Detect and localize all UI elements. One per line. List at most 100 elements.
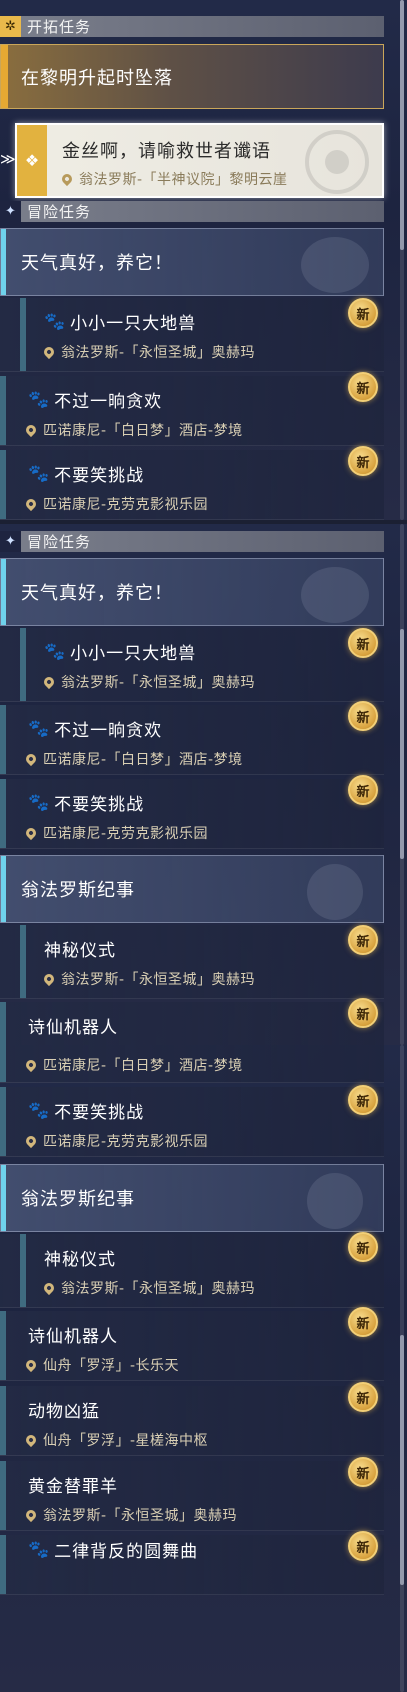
category-tile[interactable]: 天气真好，养它！ xyxy=(0,558,384,626)
quest-location: 翁法罗斯-「永恒圣城」奥赫玛 xyxy=(41,342,256,362)
quest-item[interactable]: 匹诺康尼-「白日梦」酒店-梦境 xyxy=(0,1045,384,1083)
category-title: 翁法罗斯纪事 xyxy=(21,880,135,901)
quest-item[interactable]: 动物凶猛 仙舟「罗浮」-星槎海中枢 新 xyxy=(0,1382,384,1456)
quest-item[interactable]: 🐾 不过一晌贪欢 匹诺康尼-「白日梦」酒店-梦境 新 xyxy=(0,372,384,446)
new-badge: 新 xyxy=(348,998,378,1028)
quest-accent-bar xyxy=(0,1386,6,1455)
location-text: 翁法罗斯-「半神议院」黎明云崖 xyxy=(79,172,288,188)
trailblaze-header-label: 开拓任务 xyxy=(27,18,92,36)
quest-location: 匹诺康尼-「白日梦」酒店-梦境 xyxy=(23,1055,243,1075)
paw-icon: 🐾 xyxy=(28,718,51,739)
trailblaze-chapter-title: 在黎明升起时坠落 xyxy=(21,67,173,89)
paw-icon: 🐾 xyxy=(28,792,51,813)
adventure-header-label: 冒险任务 xyxy=(27,203,92,221)
quest-location: 仙舟「罗浮」-星槎海中枢 xyxy=(23,1430,208,1450)
quest-item[interactable]: 诗仙机器人 新 xyxy=(0,998,384,1045)
quest-item[interactable]: 🐾 小小一只大地兽 翁法罗斯-「永恒圣城」奥赫玛 新 xyxy=(0,628,384,702)
quest-accent-bar xyxy=(0,1461,6,1530)
category-tile[interactable]: 翁法罗斯纪事 xyxy=(0,855,384,923)
scrollbar-thumb[interactable] xyxy=(400,629,404,859)
quest-accent-bar xyxy=(0,779,6,848)
quest-location: 匹诺康尼-克劳克影视乐园 xyxy=(23,823,209,843)
tile-accent-bar xyxy=(1,856,6,922)
quest-title: 动物凶猛 xyxy=(28,1402,100,1422)
quest-item[interactable]: 神秘仪式 翁法罗斯-「永恒圣城」奥赫玛 新 xyxy=(0,1232,384,1308)
emblem-watermark-icon xyxy=(301,567,369,623)
location-pin-icon xyxy=(23,496,39,512)
quest-accent-bar xyxy=(20,628,26,701)
quest-item[interactable]: 🐾 不过一晌贪欢 匹诺康尼-「白日梦」酒店-梦境 新 xyxy=(0,701,384,775)
location-pin-icon xyxy=(41,674,57,690)
location-text: 翁法罗斯-「永恒圣城」奥赫玛 xyxy=(61,1281,256,1297)
quest-title: 🐾 不要笑挑战 xyxy=(28,1098,144,1124)
scrollbar-thumb[interactable] xyxy=(400,0,404,250)
quest-title: 🐾 小小一只大地兽 xyxy=(44,639,197,665)
quest-item[interactable]: 神秘仪式 翁法罗斯-「永恒圣城」奥赫玛 新 xyxy=(0,925,384,999)
quest-title: 神秘仪式 xyxy=(44,941,116,961)
quest-accent-bar xyxy=(0,1002,6,1045)
quest-title: 🐾 二律背反的圆舞曲 xyxy=(28,1537,198,1563)
location-pin-icon xyxy=(41,1280,57,1296)
paw-icon: 🐾 xyxy=(28,1100,51,1121)
location-pin-icon xyxy=(41,971,57,987)
quest-title: 🐾 不要笑挑战 xyxy=(28,461,145,487)
paw-icon: 🐾 xyxy=(44,641,67,662)
tile-accent-bar xyxy=(1,229,6,295)
quest-item[interactable]: 🐾 不要笑挑战 匹诺康尼-克劳克影视乐园 新 xyxy=(0,446,384,520)
new-badge: 新 xyxy=(348,1457,378,1487)
quest-item[interactable]: 🐾 不要笑挑战 匹诺康尼-克劳克影视乐园 新 xyxy=(0,775,384,849)
quest-title: 神秘仪式 xyxy=(44,1250,116,1270)
new-badge: 新 xyxy=(348,1085,378,1115)
trailblaze-quest-selected[interactable]: ❖ 金丝啊，请喻救世者谶语 翁法罗斯-「半神议院」黎明云崖 xyxy=(15,123,384,198)
quest-accent-bar xyxy=(0,1311,6,1380)
emblem-watermark-icon xyxy=(307,864,363,920)
location-text: 翁法罗斯-「永恒圣城」奥赫玛 xyxy=(61,345,256,361)
category-tile[interactable]: 天气真好，养它！ xyxy=(0,228,384,296)
adventure-section-header: ✦ 冒险任务 xyxy=(0,201,384,222)
quest-title: 诗仙机器人 xyxy=(28,1018,118,1038)
scrollbar-thumb[interactable] xyxy=(400,1335,404,1585)
quest-title-text: 不要笑挑战 xyxy=(54,466,145,486)
category-tile[interactable]: 翁法罗斯纪事 xyxy=(0,1164,384,1232)
quest-accent-bar xyxy=(20,1234,26,1307)
new-badge: 新 xyxy=(348,775,378,805)
trailblaze-icon: ✲ xyxy=(0,16,21,37)
quest-item[interactable]: 诗仙机器人 仙舟「罗浮」-长乐天 新 xyxy=(0,1307,384,1381)
quest-item[interactable]: 🐾 小小一只大地兽 翁法罗斯-「永恒圣城」奥赫玛 新 xyxy=(0,298,384,372)
location-text: 匹诺康尼-克劳克影视乐园 xyxy=(43,826,209,842)
quest-panel-bottom: 匹诺康尼-「白日梦」酒店-梦境 🐾 不要笑挑战 匹诺康尼-克劳克影视乐园 新 翁法… xyxy=(0,1045,407,1692)
new-badge: 新 xyxy=(348,1307,378,1337)
quest-panel-top: ✲ 开拓任务 在黎明升起时坠落 ≫ ❖ 金丝啊，请喻救世者谶语 翁法罗斯-「半神… xyxy=(0,0,407,520)
quest-title: 🐾 小小一只大地兽 xyxy=(44,309,196,335)
quest-location: 翁法罗斯-「永恒圣城」奥赫玛 xyxy=(23,1505,237,1525)
category-title: 天气真好，养它！ xyxy=(21,253,173,274)
quest-location: 翁法罗斯-「永恒圣城」奥赫玛 xyxy=(41,969,256,989)
quest-title: 🐾 不过一晌贪欢 xyxy=(28,387,163,413)
quest-title: 🐾 不要笑挑战 xyxy=(28,790,144,816)
new-badge: 新 xyxy=(348,1531,378,1561)
quest-title-text: 不过一晌贪欢 xyxy=(54,392,163,412)
adventure-icon: ✦ xyxy=(0,531,21,552)
trailblaze-chapter-banner[interactable]: 在黎明升起时坠落 xyxy=(0,44,384,109)
quest-location: 匹诺康尼-「白日梦」酒店-梦境 xyxy=(23,420,243,440)
quest-accent-bar xyxy=(0,450,6,519)
quest-item[interactable]: 黄金替罪羊 翁法罗斯-「永恒圣城」奥赫玛 新 xyxy=(0,1457,384,1531)
location-pin-icon xyxy=(41,344,57,360)
location-text: 翁法罗斯-「永恒圣城」奥赫玛 xyxy=(61,972,256,988)
quest-title: 诗仙机器人 xyxy=(28,1327,118,1347)
paw-icon: 🐾 xyxy=(44,311,67,332)
tile-accent-bar xyxy=(1,1165,6,1231)
new-badge: 新 xyxy=(348,1382,378,1412)
location-pin-icon xyxy=(23,1507,39,1523)
quest-item[interactable]: 🐾 二律背反的圆舞曲 新 xyxy=(0,1531,384,1595)
quest-title-text: 小小一只大地兽 xyxy=(70,644,197,664)
emblem-watermark-icon xyxy=(301,237,369,293)
new-badge: 新 xyxy=(348,298,378,328)
location-pin-icon xyxy=(23,751,39,767)
quest-accent-bar xyxy=(0,376,6,445)
quest-accent-bar xyxy=(20,298,26,371)
quest-item[interactable]: 🐾 不要笑挑战 匹诺康尼-克劳克影视乐园 新 xyxy=(0,1085,384,1157)
category-title: 翁法罗斯纪事 xyxy=(21,1189,135,1210)
trailblaze-quest-icon: ❖ xyxy=(17,125,47,196)
new-badge: 新 xyxy=(348,628,378,658)
